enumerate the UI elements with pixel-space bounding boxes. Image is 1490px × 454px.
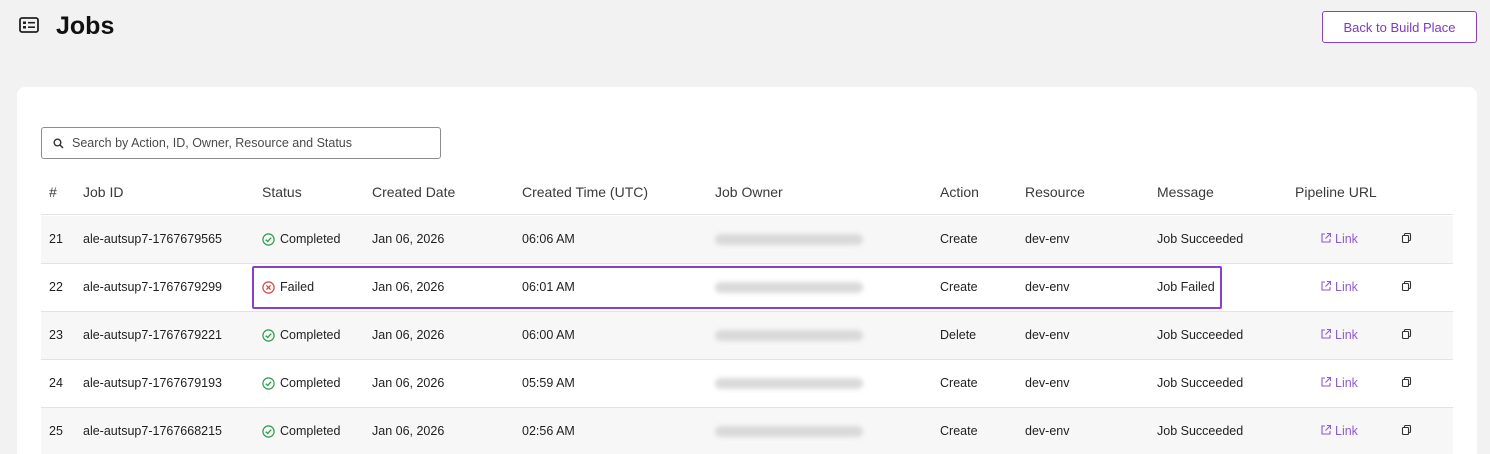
created-date: Jan 06, 2026 (372, 232, 445, 246)
pipeline-link[interactable]: Link (1335, 424, 1358, 438)
status-text: Completed (280, 328, 341, 342)
created-date: Jan 06, 2026 (372, 280, 445, 294)
jobs-card: # Job ID Status Created Date Created Tim… (17, 87, 1477, 454)
job-owner-redacted (715, 234, 863, 245)
pipeline-link[interactable]: Link (1335, 328, 1358, 342)
action: Create (940, 232, 978, 246)
external-link-icon[interactable] (1320, 424, 1332, 436)
created-time: 06:01 AM (522, 280, 575, 294)
created-date: Jan 06, 2026 (372, 424, 445, 438)
back-to-build-place-button[interactable]: Back to Build Place (1322, 11, 1477, 43)
job-id: ale-autsup7-1767668215 (83, 424, 223, 438)
pipeline-link[interactable]: Link (1335, 232, 1358, 246)
created-date: Jan 06, 2026 (372, 376, 445, 390)
failed-circle-icon (262, 281, 275, 294)
job-id: ale-autsup7-1767679221 (83, 328, 223, 342)
search-icon (53, 138, 64, 149)
action: Delete (940, 328, 977, 342)
created-time: 05:59 AM (522, 376, 575, 390)
column-header-job-owner: Job Owner (715, 184, 783, 200)
row-number: 23 (49, 328, 63, 342)
job-owner-redacted (715, 378, 863, 389)
row-number: 21 (49, 232, 63, 246)
job-owner-redacted (715, 426, 863, 437)
action: Create (940, 376, 978, 390)
copy-icon[interactable] (1401, 328, 1413, 340)
created-time: 06:00 AM (522, 328, 575, 342)
column-header-status: Status (262, 184, 302, 200)
status-text: Completed (280, 424, 341, 438)
check-circle-icon (262, 329, 275, 342)
column-header-resource: Resource (1025, 184, 1085, 200)
job-id: ale-autsup7-1767679565 (83, 232, 223, 246)
external-link-icon[interactable] (1320, 328, 1332, 340)
copy-icon[interactable] (1401, 424, 1413, 436)
table-row[interactable]: 25 ale-autsup7-1767668215 Completed Jan … (41, 408, 1453, 454)
message: Job Succeeded (1157, 328, 1244, 342)
job-owner-redacted (715, 330, 863, 341)
message: Job Succeeded (1157, 424, 1244, 438)
message: Job Failed (1157, 280, 1215, 294)
check-circle-icon (262, 233, 275, 246)
resource: dev-env (1025, 328, 1070, 342)
row-number: 22 (49, 280, 63, 294)
column-header-action: Action (940, 184, 979, 200)
check-circle-icon (262, 425, 275, 438)
row-number: 24 (49, 376, 63, 390)
column-header-job-id: Job ID (83, 184, 124, 200)
resource: dev-env (1025, 424, 1070, 438)
jobs-list-icon (19, 17, 39, 33)
job-id: ale-autsup7-1767679299 (83, 280, 223, 294)
column-header-number: # (49, 184, 57, 200)
action: Create (940, 424, 978, 438)
message: Job Succeeded (1157, 232, 1244, 246)
pipeline-link[interactable]: Link (1335, 376, 1358, 390)
resource: dev-env (1025, 232, 1070, 246)
copy-icon[interactable] (1401, 280, 1413, 292)
job-owner-redacted (715, 282, 863, 293)
created-time: 02:56 AM (522, 424, 575, 438)
table-header: # Job ID Status Created Date Created Tim… (41, 169, 1453, 215)
table-row[interactable]: 24 ale-autsup7-1767679193 Completed Jan … (41, 360, 1453, 408)
row-number: 25 (49, 424, 63, 438)
action: Create (940, 280, 978, 294)
page-header: Jobs Back to Build Place (0, 0, 1490, 60)
table-row[interactable]: 21 ale-autsup7-1767679565 Completed Jan … (41, 216, 1453, 264)
search-box[interactable] (41, 127, 441, 159)
external-link-icon[interactable] (1320, 280, 1332, 292)
copy-icon[interactable] (1401, 232, 1413, 244)
column-header-created-time: Created Time (UTC) (522, 184, 649, 200)
column-header-pipeline-url: Pipeline URL (1295, 184, 1377, 200)
status-text: Failed (280, 280, 315, 294)
resource: dev-env (1025, 376, 1070, 390)
page-title: Jobs (56, 12, 115, 40)
column-header-created-date: Created Date (372, 184, 456, 200)
pipeline-link[interactable]: Link (1335, 280, 1358, 294)
search-input[interactable] (72, 128, 432, 158)
created-date: Jan 06, 2026 (372, 328, 445, 342)
table-row[interactable]: 23 ale-autsup7-1767679221 Completed Jan … (41, 312, 1453, 360)
message: Job Succeeded (1157, 376, 1244, 390)
copy-icon[interactable] (1401, 376, 1413, 388)
table-row[interactable]: 22 ale-autsup7-1767679299 Failed Jan 06,… (41, 264, 1453, 312)
check-circle-icon (262, 377, 275, 390)
created-time: 06:06 AM (522, 232, 575, 246)
status-text: Completed (280, 232, 341, 246)
job-id: ale-autsup7-1767679193 (83, 376, 223, 390)
external-link-icon[interactable] (1320, 232, 1332, 244)
column-header-message: Message (1157, 184, 1214, 200)
status-text: Completed (280, 376, 341, 390)
external-link-icon[interactable] (1320, 376, 1332, 388)
resource: dev-env (1025, 280, 1070, 294)
